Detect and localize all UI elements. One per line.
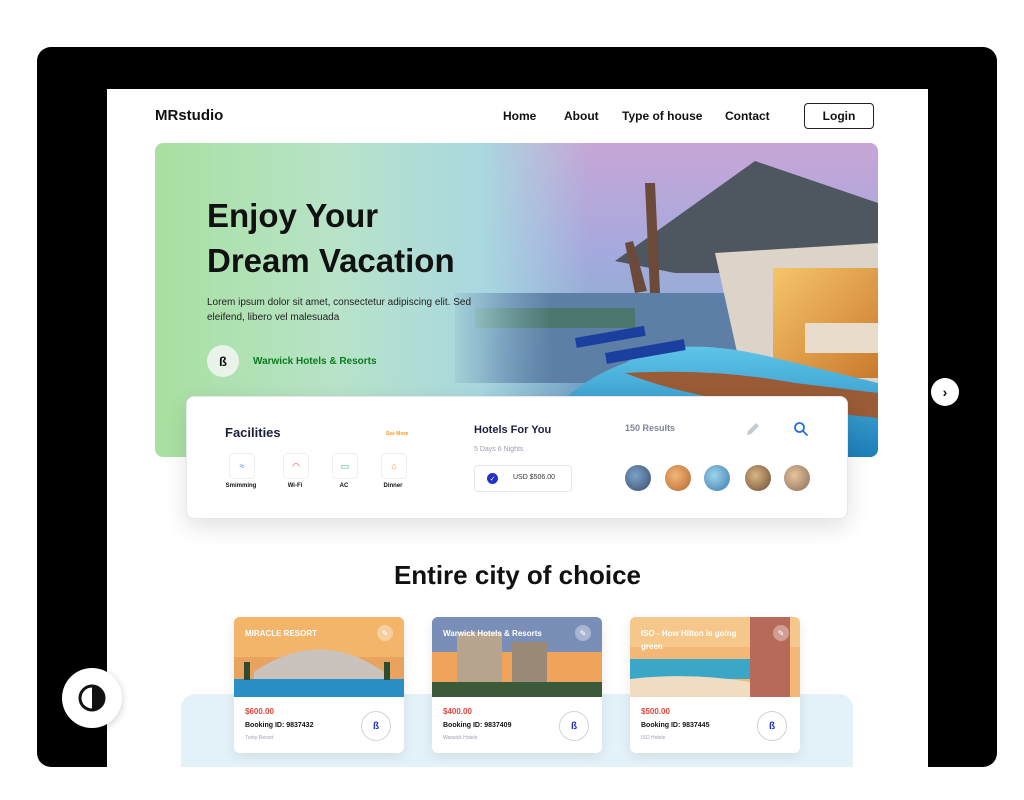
contrast-toggle-icon[interactable] (62, 668, 122, 728)
resort-card[interactable]: Warwick Hotels & Resorts ✎ $400.00 Booki… (432, 617, 602, 753)
hero-title-line-1: Enjoy Your (207, 197, 379, 234)
resort-name: MIRACLE RESORT (245, 629, 317, 638)
results-count: 150 Results (625, 423, 676, 433)
hotel-thumbnail[interactable] (704, 465, 730, 491)
stay-duration: 5 Days 6 Nights (474, 446, 524, 453)
resort-name: Warwick Hotels & Resorts (443, 629, 542, 638)
swimming-icon[interactable]: ≈ (229, 453, 255, 479)
booking-id: Booking ID: 9837445 (641, 722, 710, 729)
nav-type-of-house-link[interactable]: Type of house (622, 109, 702, 123)
hero-description: Lorem ipsum dolor sit amet, consectetur … (207, 297, 472, 323)
booking-id: Booking ID: 9837409 (443, 722, 512, 729)
top-navigation: MRstudio Home About Type of house Contac… (107, 89, 928, 143)
brand-logo-icon: ß (559, 711, 589, 741)
section-title: Entire city of choice (393, 560, 642, 590)
resort-price: $500.00 (641, 707, 670, 716)
ac-icon[interactable]: ▭ (332, 453, 358, 479)
price-selector[interactable]: ✓ USD $506.00 (474, 465, 572, 492)
edit-icon[interactable]: ✎ (575, 625, 591, 641)
resort-subtitle: Warwick Hotels (443, 735, 478, 741)
half-circle-icon (78, 684, 106, 712)
hotel-thumbnail[interactable] (784, 465, 810, 491)
nav-home-link[interactable]: Home (503, 109, 536, 123)
next-arrow-button[interactable]: › (931, 378, 959, 406)
resort-subtitle: Turky Resort (245, 735, 274, 741)
facility-label-ac: AC (339, 483, 349, 489)
facility-label-wifi: Wi-Fi (287, 483, 303, 489)
facility-label-swimming: Smimming (225, 483, 257, 489)
pencil-icon[interactable] (745, 421, 761, 437)
edit-icon[interactable]: ✎ (377, 625, 393, 641)
hotel-thumbnail[interactable] (745, 465, 771, 491)
resort-subtitle: ISO Hotels (641, 735, 666, 741)
brand-name[interactable]: Warwick Hotels & Resorts (253, 356, 377, 367)
nav-about-link[interactable]: About (564, 109, 599, 123)
price-value: USD $506.00 (513, 474, 556, 481)
website-screen: MRstudio Home About Type of house Contac… (107, 89, 928, 767)
resort-card[interactable]: MIRACLE RESORT ✎ $600.00 Booking ID: 983… (234, 617, 404, 753)
facilities-title: Facilities (225, 425, 281, 440)
brand-logo-icon: ß (757, 711, 787, 741)
resort-price: $600.00 (245, 707, 274, 716)
hotels-for-you-title: Hotels For You (474, 424, 552, 436)
resort-name: ISO - How Hilton is going green (641, 629, 737, 651)
check-icon: ✓ (487, 473, 498, 484)
hotel-thumbnail[interactable] (665, 465, 691, 491)
see-more-link[interactable]: See More (386, 431, 408, 437)
edit-icon[interactable]: ✎ (773, 625, 789, 641)
resort-price: $400.00 (443, 707, 472, 716)
site-logo[interactable]: MRstudio (155, 107, 223, 124)
brand-logo-icon: ß (361, 711, 391, 741)
facility-label-dinner: Dinner (383, 483, 403, 489)
hotel-thumbnail[interactable] (625, 465, 651, 491)
login-button[interactable]: Login (804, 103, 874, 129)
hero-title: Enjoy Your Dream Vacation (207, 193, 507, 283)
dinner-icon[interactable]: ⌂ (381, 453, 407, 479)
booking-summary-card: Facilities See More ≈ Smimming ◠ Wi-Fi ▭… (186, 396, 848, 519)
hero-title-line-2: Dream Vacation (207, 242, 455, 279)
nav-contact-link[interactable]: Contact (725, 109, 770, 123)
search-icon[interactable] (793, 421, 809, 437)
resort-card[interactable]: ISO - How Hilton is going green ✎ $500.0… (630, 617, 800, 753)
wifi-icon[interactable]: ◠ (283, 453, 309, 479)
booking-id: Booking ID: 9837432 (245, 722, 314, 729)
brand-logo-icon: ß (207, 345, 239, 377)
